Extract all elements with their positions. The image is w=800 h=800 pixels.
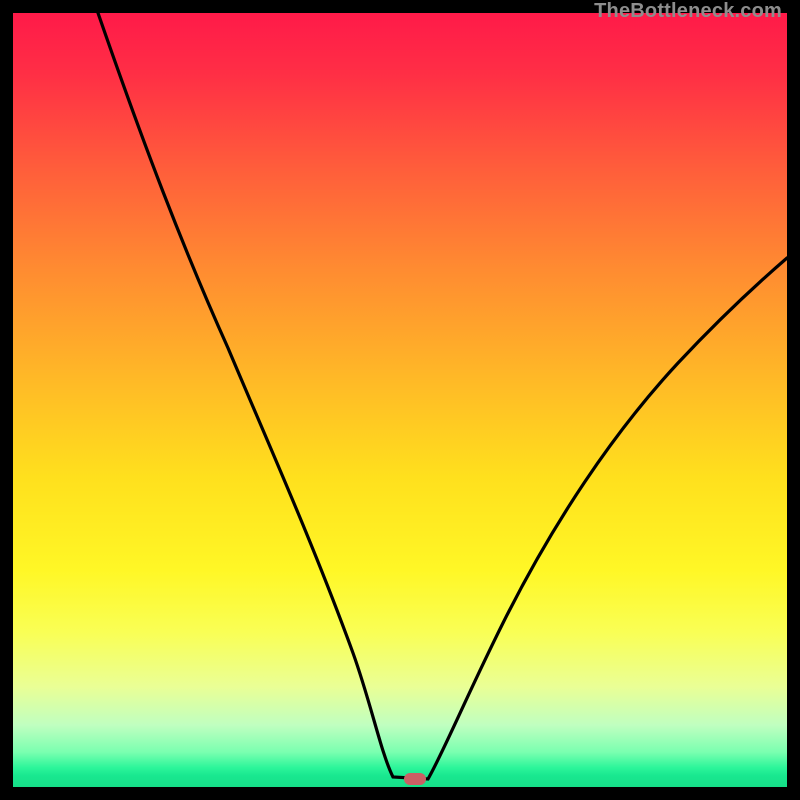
watermark-text: TheBottleneck.com — [594, 0, 782, 23]
optimal-point-marker — [404, 773, 426, 785]
chart-frame: TheBottleneck.com — [0, 0, 800, 800]
bottleneck-curve — [13, 13, 787, 787]
plot-area — [13, 13, 787, 787]
curve-path — [98, 13, 787, 779]
